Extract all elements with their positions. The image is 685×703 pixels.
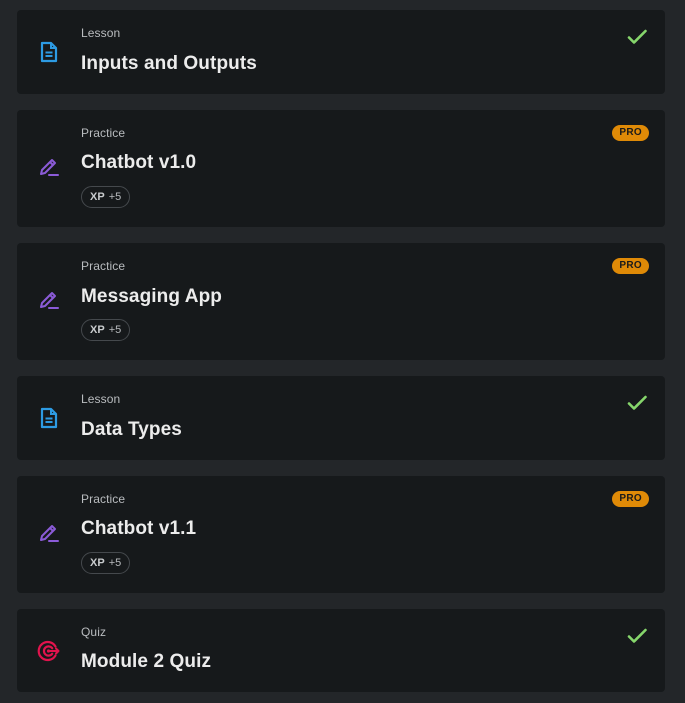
list-item-chatbot-v1-0[interactable]: Practice Chatbot v1.0 PRO XP +5 [17, 110, 665, 227]
practice-pencil-icon [37, 521, 61, 545]
check-icon [626, 26, 648, 48]
list-item-messaging-app[interactable]: Practice Messaging App PRO XP +5 [17, 243, 665, 360]
check-icon [626, 625, 648, 647]
item-title: Messaging App [81, 286, 222, 307]
xp-badge: XP +5 [81, 552, 131, 574]
lesson-document-icon [37, 406, 61, 430]
item-type-label: Quiz [81, 625, 107, 639]
lesson-list: Lesson Inputs and Outputs Practice Chatb… [0, 0, 685, 703]
practice-pencil-icon [37, 288, 61, 312]
item-title: Data Types [81, 419, 182, 440]
xp-label: XP [90, 191, 105, 203]
item-type-label: Practice [81, 259, 126, 273]
item-title: Chatbot v1.0 [81, 152, 197, 173]
xp-value: +5 [108, 557, 122, 569]
item-type-label: Lesson [81, 26, 121, 40]
xp-badge: XP +5 [81, 186, 131, 208]
pro-badge: PRO [612, 491, 649, 507]
item-title: Module 2 Quiz [81, 651, 212, 672]
pro-badge: PRO [612, 258, 649, 274]
xp-label: XP [90, 557, 105, 569]
xp-value: +5 [108, 324, 122, 336]
list-item-chatbot-v1-1[interactable]: Practice Chatbot v1.1 PRO XP +5 [17, 476, 665, 593]
list-item-data-types[interactable]: Lesson Data Types [17, 376, 665, 460]
practice-pencil-icon [37, 155, 61, 179]
check-icon [626, 392, 648, 414]
item-title: Chatbot v1.1 [81, 518, 197, 539]
item-type-label: Practice [81, 126, 126, 140]
xp-badge: XP +5 [81, 319, 131, 341]
list-item-module-2-quiz[interactable]: Quiz Module 2 Quiz [17, 609, 665, 692]
item-type-label: Practice [81, 492, 126, 506]
xp-value: +5 [108, 191, 122, 203]
item-title: Inputs and Outputs [81, 53, 257, 74]
item-type-label: Lesson [81, 392, 121, 406]
pro-badge: PRO [612, 125, 649, 141]
list-item-inputs-and-outputs[interactable]: Lesson Inputs and Outputs [17, 10, 665, 94]
xp-label: XP [90, 324, 105, 336]
quiz-target-icon [37, 639, 61, 663]
lesson-document-icon [37, 40, 61, 64]
